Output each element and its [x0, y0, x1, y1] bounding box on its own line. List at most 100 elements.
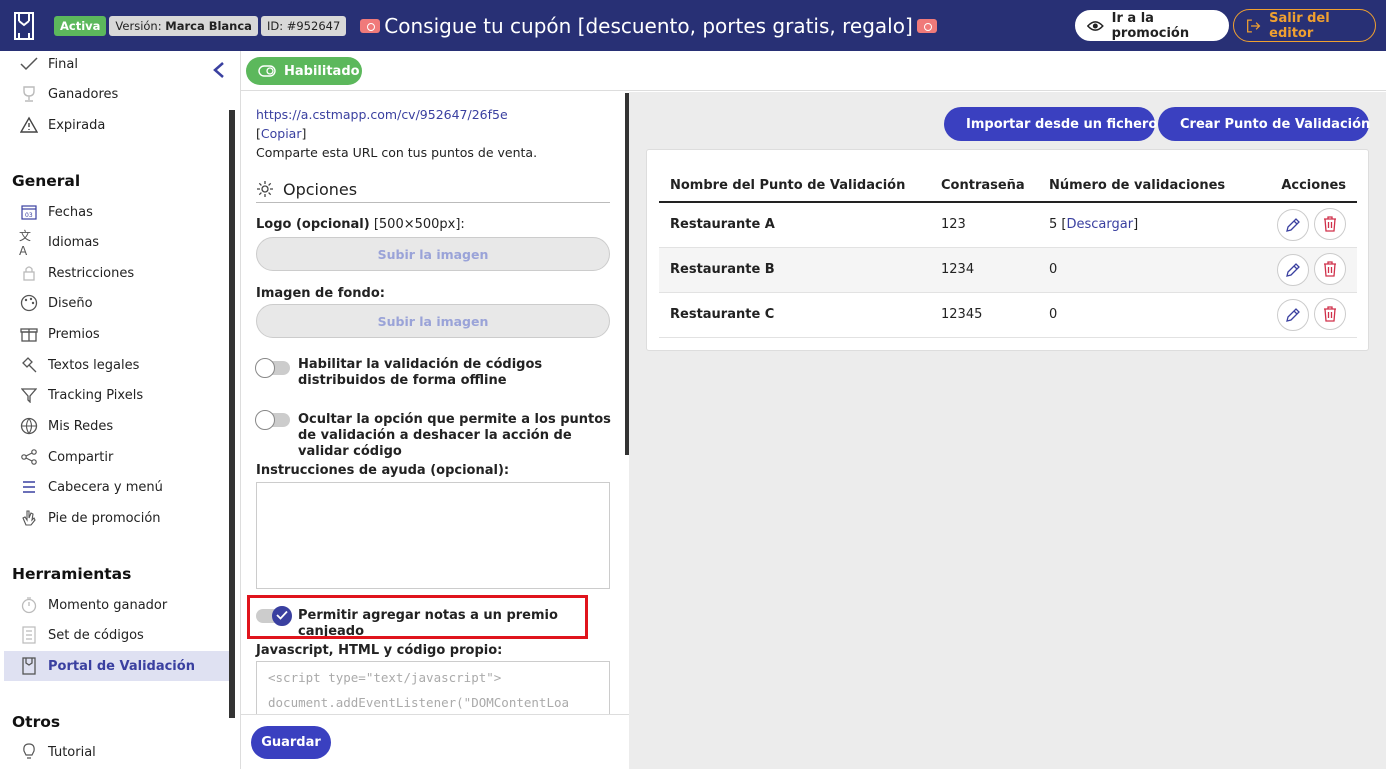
- trash-icon: [1324, 261, 1336, 277]
- download-link[interactable]: Descargar: [1067, 217, 1134, 232]
- sidebar-item-winning-moment[interactable]: Momento ganador: [4, 590, 233, 620]
- delete-button[interactable]: [1314, 253, 1346, 285]
- go-to-promotion-label: Ir a la promoción: [1111, 10, 1190, 41]
- sidebar-item-tracking-pixels[interactable]: Tracking Pixels: [4, 380, 233, 410]
- portal-icon: [19, 656, 39, 676]
- eye-icon: [1087, 20, 1104, 31]
- row-actions: [1258, 202, 1357, 248]
- validation-url-link[interactable]: https://a.cstmapp.com/cv/952647/26f5e: [256, 107, 508, 122]
- trash-icon: [1324, 216, 1336, 232]
- highlight-box: [247, 595, 588, 639]
- version-label: Versión:: [115, 18, 162, 33]
- check-icon: [276, 610, 288, 620]
- offline-validation-label: Habilitar la validación de códigos distr…: [298, 357, 543, 388]
- sidebar-item-my-networks[interactable]: Mis Redes: [4, 411, 233, 441]
- sidebar-item-tutorial[interactable]: Tutorial: [4, 737, 233, 767]
- sidebar-item-winners[interactable]: Ganadores: [4, 79, 233, 109]
- sidebar-item-validation-portal[interactable]: Portal de Validación: [4, 651, 233, 681]
- stopwatch-icon: [19, 595, 39, 615]
- custom-code-textarea[interactable]: <script type="text/javascript"> document…: [256, 661, 610, 721]
- point-validations: 0: [1038, 247, 1258, 293]
- copy-bracket-close: ]: [301, 126, 307, 141]
- create-validation-point-button[interactable]: Crear Punto de Validación: [1158, 107, 1370, 141]
- column-header-actions: Acciones: [1258, 170, 1357, 203]
- sidebar-item-label: Fechas: [48, 204, 93, 220]
- edit-button[interactable]: [1277, 254, 1309, 286]
- sidebar-item-label: Pie de promoción: [48, 510, 161, 526]
- exit-editor-button[interactable]: Salir del editor: [1233, 9, 1376, 42]
- upload-background-button[interactable]: Subir la imagen: [256, 304, 610, 338]
- sidebar-item-dates[interactable]: 03 Fechas: [4, 197, 233, 227]
- table-row: Restaurante B 1234 0: [659, 247, 1357, 293]
- promo-title: Consigue tu cupón [descuento, portes gra…: [384, 13, 913, 38]
- delete-button[interactable]: [1314, 298, 1346, 330]
- edit-button[interactable]: [1277, 299, 1309, 331]
- hand-icon: [19, 508, 39, 528]
- offline-validation-toggle[interactable]: [255, 358, 290, 378]
- sidebar-item-label: Compartir: [48, 449, 114, 465]
- edit-button[interactable]: [1277, 209, 1309, 242]
- id-badge: ID: #952647: [260, 15, 347, 36]
- sidebar-item-code-set[interactable]: Set de códigos: [4, 620, 233, 650]
- import-file-button[interactable]: Importar desde un fichero: [944, 107, 1157, 141]
- sidebar-item-label: Portal de Validación: [48, 658, 195, 674]
- sidebar-item-footer[interactable]: Pie de promoción: [4, 503, 233, 533]
- column-header-password: Contraseña: [930, 170, 1038, 203]
- sidebar-item-label: Restricciones: [48, 265, 135, 281]
- background-label: Imagen de fondo:: [256, 286, 385, 301]
- translate-icon: 文A: [19, 228, 32, 258]
- sidebar-item-restrictions[interactable]: Restricciones: [4, 258, 233, 288]
- pencil-icon: [1286, 263, 1300, 277]
- sidebar-item-expired[interactable]: Expirada: [4, 110, 233, 140]
- delete-button[interactable]: [1314, 208, 1346, 241]
- section-general: General: [12, 172, 81, 190]
- codes-icon: [19, 625, 39, 645]
- status-strip: [241, 51, 1386, 91]
- sidebar-scrollbar[interactable]: [229, 110, 235, 718]
- sidebar-item-label: Momento ganador: [48, 597, 168, 613]
- sidebar-item-prizes[interactable]: Premios: [4, 319, 233, 349]
- sidebar-item-label: Set de códigos: [48, 627, 144, 643]
- sidebar-item-label: Diseño: [48, 295, 93, 311]
- sidebar-item-design[interactable]: Diseño: [4, 288, 233, 318]
- share-note: Comparte esta URL con tus puntos de vent…: [256, 145, 538, 160]
- enabled-toggle-button[interactable]: Habilitado: [246, 57, 362, 85]
- sidebar-item-legal-texts[interactable]: Textos legales: [4, 350, 233, 380]
- hide-undo-label: Ocultar la opción que permite a los punt…: [298, 412, 611, 459]
- save-button[interactable]: Guardar: [251, 726, 331, 759]
- sidebar-item-languages[interactable]: 文A Idiomas: [4, 227, 233, 258]
- sidebar-item-share[interactable]: Compartir: [4, 442, 233, 472]
- logo-label-row: Logo (opcional) [500×500px]:: [256, 217, 465, 232]
- pencil-icon: [1286, 308, 1300, 322]
- row-actions: [1258, 292, 1357, 338]
- validation-points-table: Nombre del Punto de Validación Contraseñ…: [659, 170, 1357, 338]
- section-tools: Herramientas: [12, 565, 132, 583]
- options-panel: Habilitado https://a.cstmapp.com/cv/9526…: [240, 51, 1386, 769]
- validation-points-card: Nombre del Punto de Validación Contraseñ…: [646, 149, 1369, 351]
- trophy-icon: [19, 84, 39, 104]
- options-header: Opciones: [256, 176, 610, 203]
- enabled-label: Habilitado: [284, 63, 360, 79]
- sidebar-item-label: Premios: [48, 326, 100, 342]
- sidebar-item-label: Expirada: [48, 117, 106, 133]
- sidebar-item-header-menu[interactable]: Cabecera y menú: [4, 472, 233, 502]
- table-row: Restaurante C 12345 0: [659, 292, 1357, 338]
- help-instructions-textarea[interactable]: [256, 482, 610, 589]
- go-to-promotion-button[interactable]: Ir a la promoción: [1074, 9, 1230, 42]
- upload-logo-button[interactable]: Subir la imagen: [256, 237, 610, 271]
- hide-undo-toggle[interactable]: [255, 410, 290, 430]
- row-actions: [1258, 247, 1357, 293]
- app-logo-icon[interactable]: [0, 0, 48, 51]
- sidebar-item-final[interactable]: Final: [4, 51, 233, 79]
- pencil-icon: [1286, 218, 1300, 233]
- point-password: 12345: [930, 292, 1038, 338]
- status-badge: Activa: [54, 15, 107, 36]
- sidebar-item-label: Cabecera y menú: [48, 479, 163, 495]
- sidebar-item-label: Tutorial: [48, 744, 96, 760]
- sidebar-item-label: Ganadores: [48, 86, 119, 102]
- version-value: Marca Blanca: [165, 18, 252, 33]
- point-password: 1234: [930, 247, 1038, 293]
- copy-link[interactable]: Copiar: [261, 126, 302, 141]
- ticket-icon: [916, 18, 937, 33]
- filter-icon: [19, 385, 39, 405]
